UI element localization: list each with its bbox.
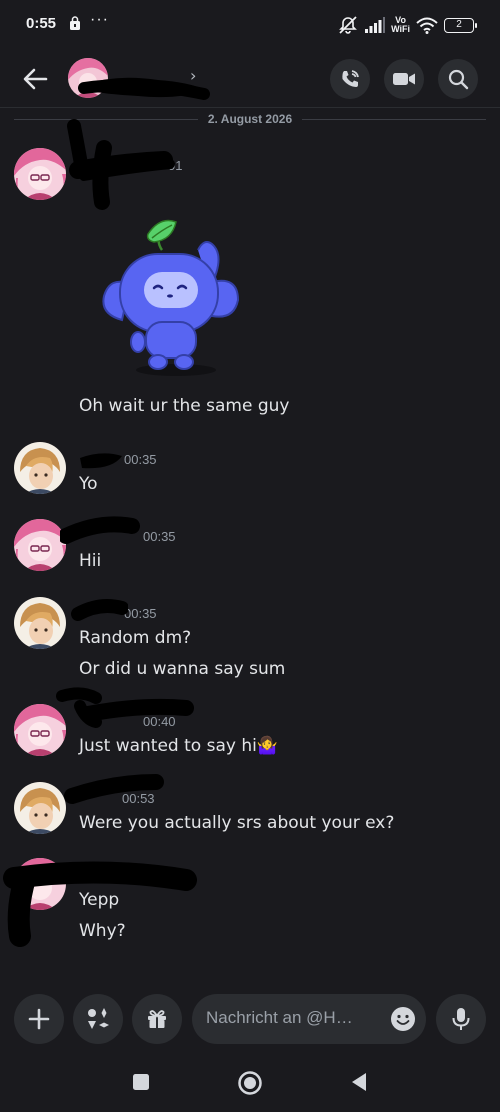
message-text: Or did u wanna say sum: [79, 659, 286, 679]
avatar[interactable]: [14, 858, 66, 910]
message-input[interactable]: Nachricht an @H…: [192, 994, 426, 1044]
message-timestamp: 00:35: [124, 606, 157, 621]
message-timestamp: 00:40: [143, 714, 176, 729]
message-text: Why?: [79, 921, 126, 941]
redaction-scribble: [67, 119, 175, 210]
status-more-dots: ···: [90, 11, 109, 28]
composer-bar: Nachricht an @H…: [0, 990, 500, 1050]
status-time: 0:55: [26, 15, 57, 32]
message-text: Just wanted to say hi🤷‍♀️: [79, 736, 279, 756]
search-button[interactable]: [438, 59, 478, 99]
message-input-placeholder: Nachricht an @H…: [206, 1008, 353, 1027]
avatar[interactable]: [14, 704, 66, 756]
avatar[interactable]: [14, 782, 66, 834]
message-text: Random dm?: [79, 628, 192, 648]
redaction-scribble: [60, 516, 140, 544]
add-attachment-button[interactable]: [14, 994, 64, 1044]
message-text: Oh wait ur the same guy: [79, 396, 290, 416]
battery-indicator: 2: [444, 17, 477, 33]
date-divider: 2. August 2026: [14, 110, 487, 128]
avatar[interactable]: [14, 442, 66, 494]
apps-icon: [88, 1008, 109, 1029]
avatar[interactable]: [14, 148, 66, 200]
recent-apps-icon[interactable]: [132, 1073, 150, 1091]
message-text: Yo: [79, 474, 98, 494]
message-timestamp: 01: [168, 158, 183, 173]
avatar[interactable]: [14, 519, 66, 571]
redaction-scribble: [78, 77, 210, 100]
redaction-scribble: [80, 453, 122, 469]
date-divider-label: 2. August 2026: [207, 112, 293, 126]
apps-button[interactable]: [73, 994, 123, 1044]
microphone-icon: [452, 1008, 470, 1030]
message-text: Yepp: [79, 890, 120, 910]
signal-icon: [365, 17, 386, 33]
home-icon[interactable]: [237, 1070, 263, 1096]
mute-bell-icon: [339, 16, 358, 34]
search-icon: [448, 69, 469, 90]
divider-line: [302, 118, 487, 120]
video-call-icon: [393, 73, 415, 85]
chevron-right-icon[interactable]: ›: [190, 66, 196, 85]
redaction-scribble: [71, 599, 128, 621]
message-timestamp: 00:53: [122, 791, 155, 806]
status-bar: 0:55 ··· Vo WiFi 2: [0, 0, 500, 50]
message-timestamp: 00:35: [124, 452, 157, 467]
avatar[interactable]: [14, 597, 66, 649]
voice-call-button[interactable]: [330, 59, 370, 99]
message-text: Hii: [79, 551, 102, 571]
vowifi-bottom: WiFi: [391, 24, 410, 34]
divider-line: [14, 118, 198, 120]
chat-header: ›: [0, 50, 500, 108]
voice-message-button[interactable]: [436, 994, 486, 1044]
system-nav-bar: [0, 1055, 500, 1112]
video-call-button[interactable]: [384, 59, 424, 99]
vowifi-indicator: Vo WiFi: [391, 16, 410, 34]
wifi-icon: [416, 17, 438, 34]
voice-call-icon: [342, 70, 359, 87]
lock-icon: [70, 16, 80, 30]
message-timestamp: 00:35: [143, 529, 176, 544]
gift-icon: [148, 1010, 166, 1028]
gift-button[interactable]: [132, 994, 182, 1044]
plus-icon: [28, 1008, 50, 1030]
emoji-icon[interactable]: [390, 1006, 416, 1032]
back-icon[interactable]: [350, 1072, 368, 1092]
wumpus-sticker[interactable]: [100, 216, 242, 378]
message-text: Were you actually srs about your ex?: [79, 813, 395, 833]
back-arrow-icon[interactable]: [20, 64, 50, 94]
